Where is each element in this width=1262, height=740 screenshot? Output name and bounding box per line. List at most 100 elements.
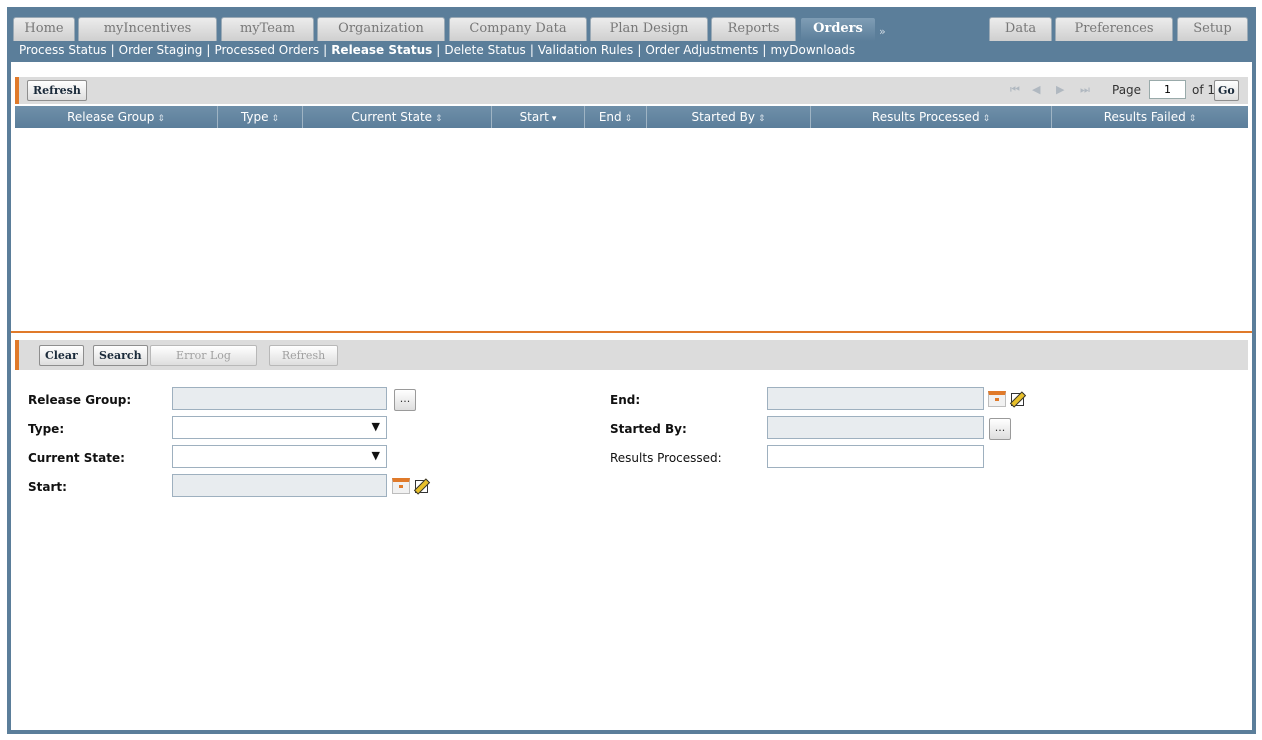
column-header-release-group[interactable]: Release Group ⇕	[15, 106, 218, 128]
release-group-label: Release Group:	[28, 393, 132, 407]
clear-button[interactable]: Clear	[39, 345, 84, 366]
release-group-lookup-button[interactable]: ...	[394, 389, 416, 411]
calendar-icon[interactable]	[988, 391, 1006, 407]
search-button[interactable]: Search	[93, 345, 148, 366]
app-frame: Home myIncentives myTeam Organization Co…	[7, 7, 1256, 734]
start-date-input[interactable]	[173, 475, 386, 496]
tab-data[interactable]: Data	[989, 17, 1052, 41]
main-tab-bar: Home myIncentives myTeam Organization Co…	[11, 11, 1252, 41]
tab-orders[interactable]: Orders	[800, 17, 876, 41]
release-group-input[interactable]	[173, 388, 386, 409]
sort-icon: ⇕	[982, 114, 991, 124]
grid-refresh-button[interactable]: Refresh	[27, 80, 87, 101]
column-label: Current State	[351, 110, 433, 124]
column-label: Start	[519, 110, 549, 124]
tab-myincentives[interactable]: myIncentives	[78, 17, 217, 41]
subnav-separator: |	[323, 43, 328, 57]
first-page-icon[interactable]: ⏮	[1010, 83, 1020, 97]
column-label: Started By	[691, 110, 755, 124]
end-label: End:	[610, 393, 641, 407]
column-header-results-failed[interactable]: Results Failed ⇕	[1052, 106, 1248, 128]
error-log-button[interactable]: Error Log	[150, 345, 257, 366]
subnav-release-status[interactable]: Release Status	[331, 43, 432, 57]
sort-desc-icon: ▾	[551, 114, 557, 124]
column-label: Results Processed	[871, 110, 980, 124]
sort-icon: ⇕	[624, 114, 633, 124]
column-label: End	[598, 110, 622, 124]
grid-body	[15, 128, 1248, 328]
chevron-down-icon: ▼	[371, 420, 380, 433]
prev-page-icon[interactable]: ◀	[1032, 83, 1040, 96]
subnav-separator: |	[110, 43, 115, 57]
end-date-field[interactable]	[767, 387, 984, 410]
current-state-label: Current State:	[28, 451, 125, 465]
column-header-results-processed[interactable]: Results Processed ⇕	[811, 106, 1052, 128]
subnav-separator: |	[637, 43, 642, 57]
current-state-select[interactable]: ▼	[172, 445, 387, 468]
tab-plan-design[interactable]: Plan Design	[590, 17, 708, 41]
start-label: Start:	[28, 480, 67, 494]
pane-splitter[interactable]	[11, 331, 1252, 333]
sort-icon: ⇕	[1188, 114, 1197, 124]
edit-icon[interactable]	[415, 480, 428, 493]
column-label: Release Group	[67, 110, 155, 124]
type-label: Type:	[28, 422, 65, 436]
type-select[interactable]: ▼	[172, 416, 387, 439]
tab-setup[interactable]: Setup	[1177, 17, 1248, 41]
column-header-type[interactable]: Type ⇕	[218, 106, 303, 128]
pager-total-label: of 1	[1192, 83, 1216, 97]
pager-go-button[interactable]: Go	[1214, 80, 1239, 101]
results-processed-label: Results Processed:	[610, 451, 722, 465]
subnav-mydownloads[interactable]: myDownloads	[770, 43, 855, 57]
grid-toolbar: Refresh ⏮ ◀ ▶ ⏭ Page of 1 Go	[15, 77, 1248, 104]
last-page-icon[interactable]: ⏭	[1080, 83, 1090, 97]
subnav-validation-rules[interactable]: Validation Rules	[538, 43, 633, 57]
edit-icon[interactable]	[1011, 393, 1024, 406]
column-header-started-by[interactable]: Started By ⇕	[647, 106, 811, 128]
subnav-processed-orders[interactable]: Processed Orders	[214, 43, 319, 57]
tab-preferences[interactable]: Preferences	[1055, 17, 1173, 41]
tab-company-data[interactable]: Company Data	[449, 17, 587, 41]
sort-icon: ⇕	[157, 114, 165, 124]
results-processed-input[interactable]	[768, 446, 983, 467]
next-page-icon[interactable]: ▶	[1056, 83, 1064, 96]
subnav-process-status[interactable]: Process Status	[19, 43, 107, 57]
column-header-current-state[interactable]: Current State ⇕	[303, 106, 492, 128]
sub-navigation: Process Status | Order Staging | Processed O…	[11, 41, 1252, 62]
sort-icon: ⇕	[435, 114, 443, 124]
column-header-end[interactable]: End ⇕	[585, 106, 647, 128]
release-group-field[interactable]	[172, 387, 387, 410]
end-date-input[interactable]	[768, 388, 983, 409]
started-by-lookup-button[interactable]: ...	[989, 418, 1011, 440]
started-by-field[interactable]	[767, 416, 984, 439]
sort-icon: ⇕	[757, 114, 766, 124]
subnav-order-staging[interactable]: Order Staging	[119, 43, 203, 57]
grid-header-row: Release Group ⇕ Type ⇕ Current State ⇕ Star…	[15, 106, 1248, 128]
tab-organization[interactable]: Organization	[317, 17, 445, 41]
column-label: Type	[240, 110, 269, 124]
search-toolbar: Clear Search Error Log Refresh	[15, 340, 1248, 370]
pager-page-label: Page	[1112, 83, 1142, 97]
subnav-delete-status[interactable]: Delete Status	[444, 43, 525, 57]
search-refresh-button[interactable]: Refresh	[269, 345, 338, 366]
tab-reports[interactable]: Reports	[711, 17, 796, 41]
subnav-order-adjustments[interactable]: Order Adjustments	[645, 43, 758, 57]
pager: ⏮ ◀ ▶ ⏭ Page of 1 Go	[944, 80, 1244, 101]
started-by-input[interactable]	[768, 417, 983, 438]
page-number-input[interactable]	[1149, 80, 1186, 99]
tab-home[interactable]: Home	[13, 17, 75, 41]
subnav-separator: |	[436, 43, 441, 57]
chevron-down-icon: ▼	[371, 449, 380, 462]
column-header-start[interactable]: Start ▾	[492, 106, 585, 128]
start-date-field[interactable]	[172, 474, 387, 497]
subnav-separator: |	[762, 43, 767, 57]
started-by-label: Started By:	[610, 422, 687, 436]
tab-overflow-icon[interactable]: »	[879, 25, 886, 38]
tab-myteam[interactable]: myTeam	[221, 17, 314, 41]
results-processed-field[interactable]	[767, 445, 984, 468]
calendar-icon[interactable]	[392, 478, 410, 494]
column-label: Results Failed	[1103, 110, 1186, 124]
subnav-separator: |	[206, 43, 211, 57]
subnav-separator: |	[529, 43, 534, 57]
sort-icon: ⇕	[271, 114, 280, 124]
